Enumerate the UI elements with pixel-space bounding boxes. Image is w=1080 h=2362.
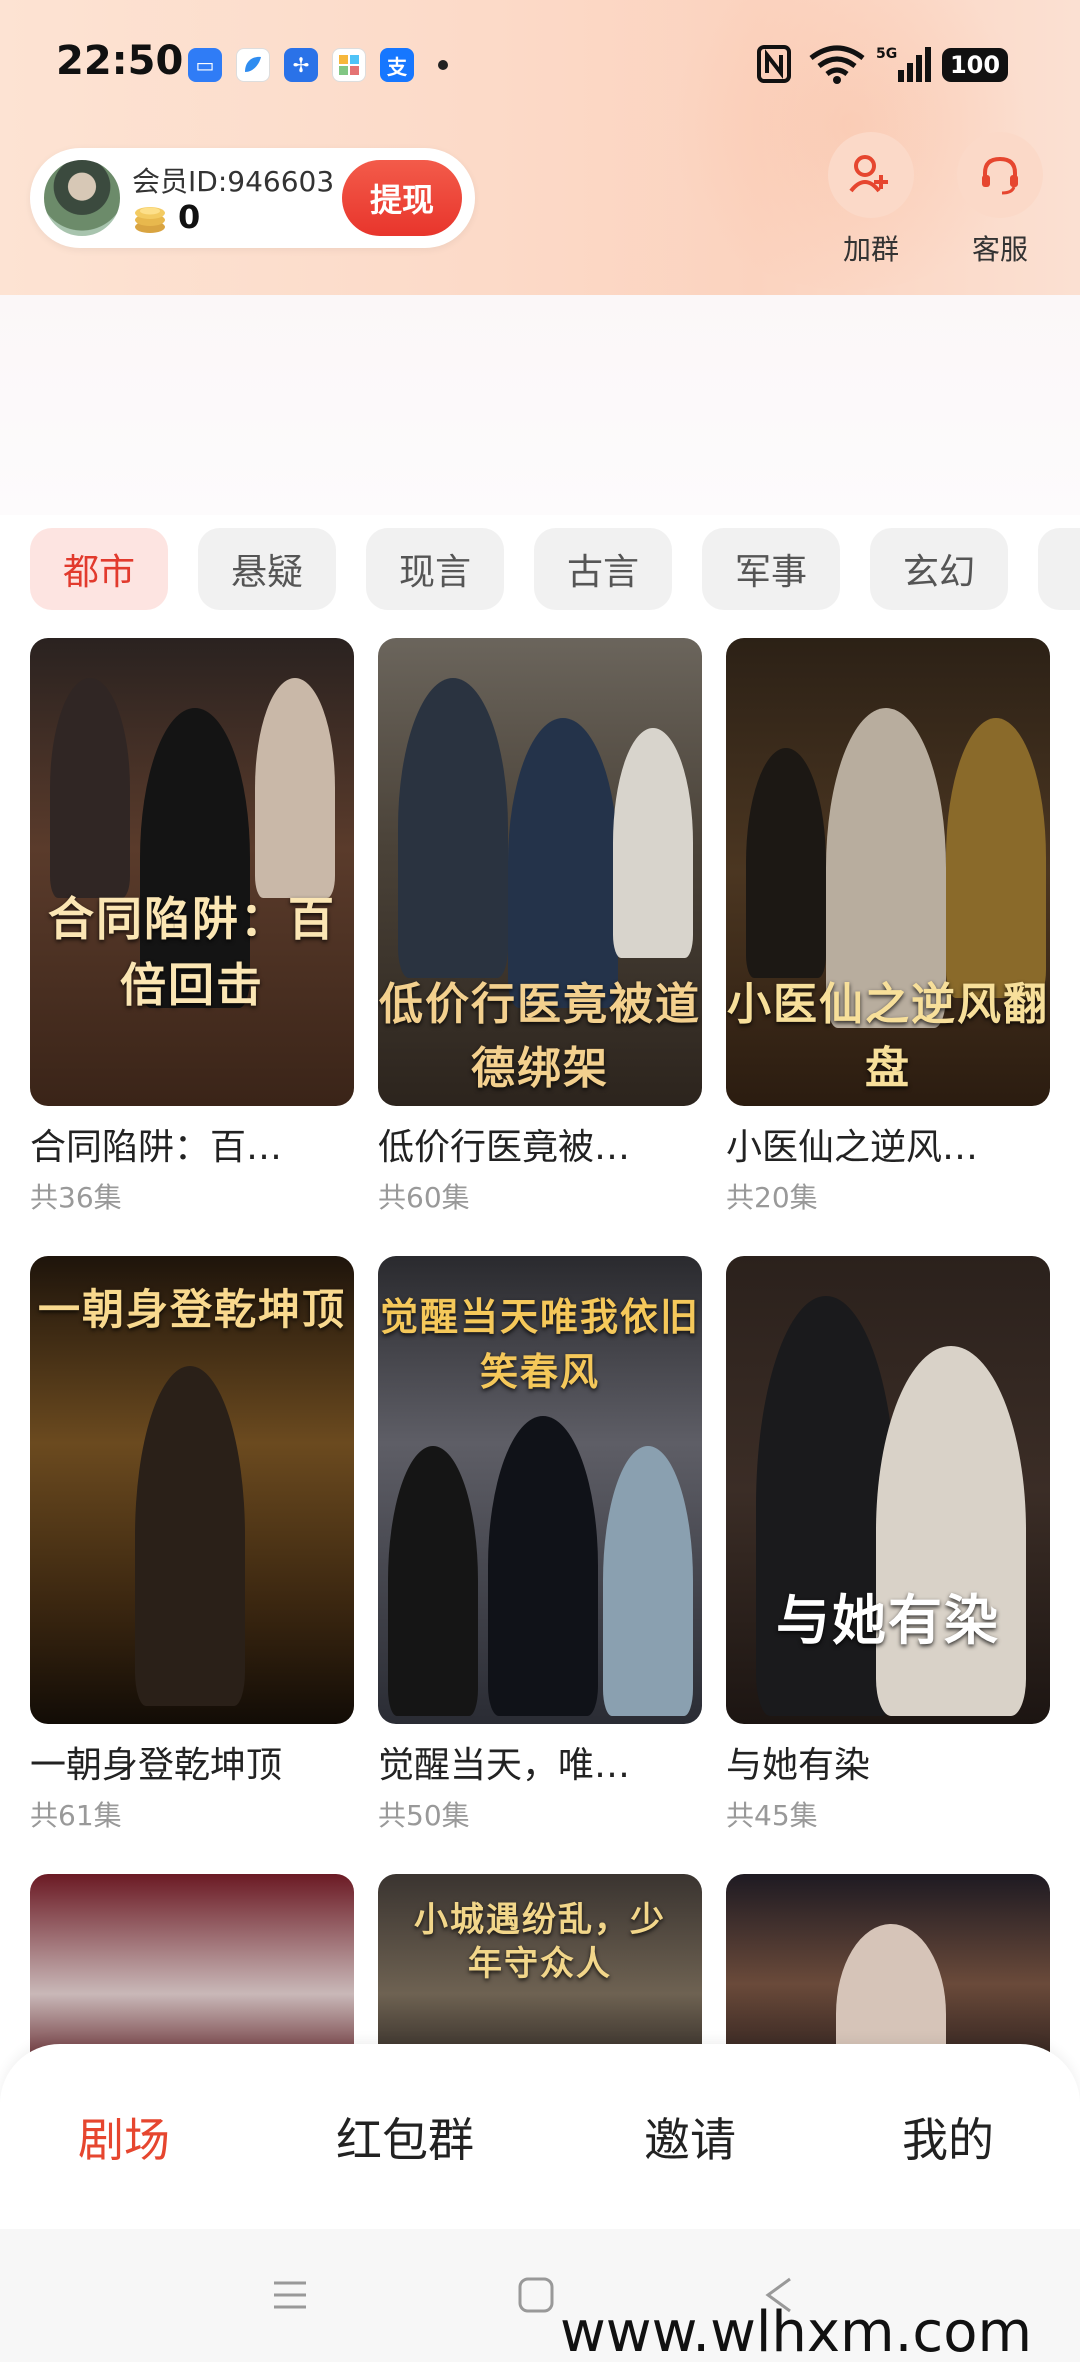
member-card[interactable]: 会员ID:946603 0 提现 [30,148,475,248]
network-type-label: 5G [876,46,897,62]
drama-episodes: 共20集 [726,1181,818,1214]
browser-icon [236,48,270,82]
add-group-icon [828,132,914,218]
gallery-icon [332,48,366,82]
poster-title: 小城遇纷乱，少年守众人 [414,1900,666,1984]
coin-balance: 0 [178,198,201,236]
nfc-icon [756,44,792,84]
poster-title: 小医仙之逆风翻盘 [727,979,1049,1094]
cellular-signal-icon: 5G [876,44,932,84]
customer-service-button[interactable]: 客服 [955,132,1045,268]
drama-title: 觉醒当天，唯… [378,1745,631,1786]
drama-title: 合同陷阱：百… [30,1127,283,1168]
nav-tab-mine[interactable]: 我的 [902,2104,994,2170]
drama-poster[interactable]: 小医仙之逆风翻盘 [726,638,1050,1106]
drama-card[interactable]: 觉醒当天唯我依旧笑春风 觉醒当天，唯… 共50集 [378,1256,702,1834]
menu-icon[interactable] [270,2275,310,2315]
category-tab-dushi[interactable]: 都市 [30,528,168,610]
drama-poster[interactable]: 觉醒当天唯我依旧笑春风 [378,1256,702,1724]
nav-tab-invite[interactable]: 邀请 [644,2104,736,2170]
customer-service-icon [957,132,1043,218]
drama-title: 一朝身登乾坤顶 [30,1745,283,1786]
poster-title: 与她有染 [776,1588,1000,1652]
category-tab-hot[interactable]: 热 [1038,528,1080,610]
category-tab-xianyan[interactable]: 现言 [366,528,504,610]
status-bar: 22:50 ▭ ✢ 支 5G 100 [0,0,1080,130]
drama-episodes: 共60集 [378,1181,470,1214]
customer-service-label: 客服 [971,233,1028,266]
home-icon[interactable] [516,2275,556,2315]
watermark: www.wlhxm.com [560,2300,1033,2362]
drama-title: 与她有染 [726,1745,871,1786]
drama-card[interactable]: 与她有染 与她有染 共45集 [726,1256,1050,1834]
poster-title: 觉醒当天唯我依旧笑春风 [379,1294,700,1394]
nav-tab-theater[interactable]: 剧场 [78,2104,170,2170]
category-tab-guyan[interactable]: 古言 [534,528,672,610]
drama-episodes: 共36集 [30,1181,122,1214]
category-tab-junshi[interactable]: 军事 [702,528,840,610]
avatar[interactable] [42,158,122,238]
drama-poster[interactable]: 合同陷阱：百倍回击 [30,638,354,1106]
nav-tab-redpacket-group[interactable]: 红包群 [336,2104,474,2170]
wifi-icon [808,44,866,84]
drama-card[interactable]: 一朝身登乾坤顶 一朝身登乾坤顶 共61集 [30,1256,354,1834]
bottom-nav: 剧场 红包群 邀请 我的 [0,2044,1080,2229]
message-icon: ▭ [188,48,222,82]
member-id: 会员ID:946603 [132,165,335,198]
add-group-label: 加群 [842,233,899,266]
banner-area [0,295,1080,515]
add-group-button[interactable]: 加群 [826,132,916,268]
poster-title: 一朝身登乾坤顶 [37,1285,346,1334]
poster-title: 低价行医竟被道德绑架 [379,979,701,1094]
category-tabs: 都市悬疑现言古言军事玄幻热 [30,528,1080,610]
drama-title: 低价行医竟被… [378,1127,631,1168]
drama-poster[interactable]: 与她有染 [726,1256,1050,1724]
drama-poster[interactable]: 低价行医竟被道德绑架 [378,638,702,1106]
drama-episodes: 共50集 [378,1799,470,1832]
drama-title: 小医仙之逆风… [726,1127,979,1168]
more-notifications-dot [438,60,448,70]
category-tab-xuanyi[interactable]: 悬疑 [198,528,336,610]
coin-icon [135,207,165,233]
status-time: 22:50 [56,38,184,84]
drama-card[interactable]: 小医仙之逆风翻盘 小医仙之逆风… 共20集 [726,638,1050,1216]
withdraw-button[interactable]: 提现 [342,160,462,236]
poster-title: 合同陷阱：百倍回击 [48,892,336,1012]
drama-card[interactable]: 合同陷阱：百倍回击 合同陷阱：百… 共36集 [30,638,354,1216]
battery-indicator: 100 [942,48,1008,82]
alipay-icon: 支 [380,48,414,82]
drama-poster[interactable]: 一朝身登乾坤顶 [30,1256,354,1724]
pinwheel-icon: ✢ [284,48,318,82]
drama-episodes: 共45集 [726,1799,818,1832]
drama-episodes: 共61集 [30,1799,122,1832]
category-tab-xuanhuan[interactable]: 玄幻 [870,528,1008,610]
drama-card[interactable]: 低价行医竟被道德绑架 低价行医竟被… 共60集 [378,638,702,1216]
